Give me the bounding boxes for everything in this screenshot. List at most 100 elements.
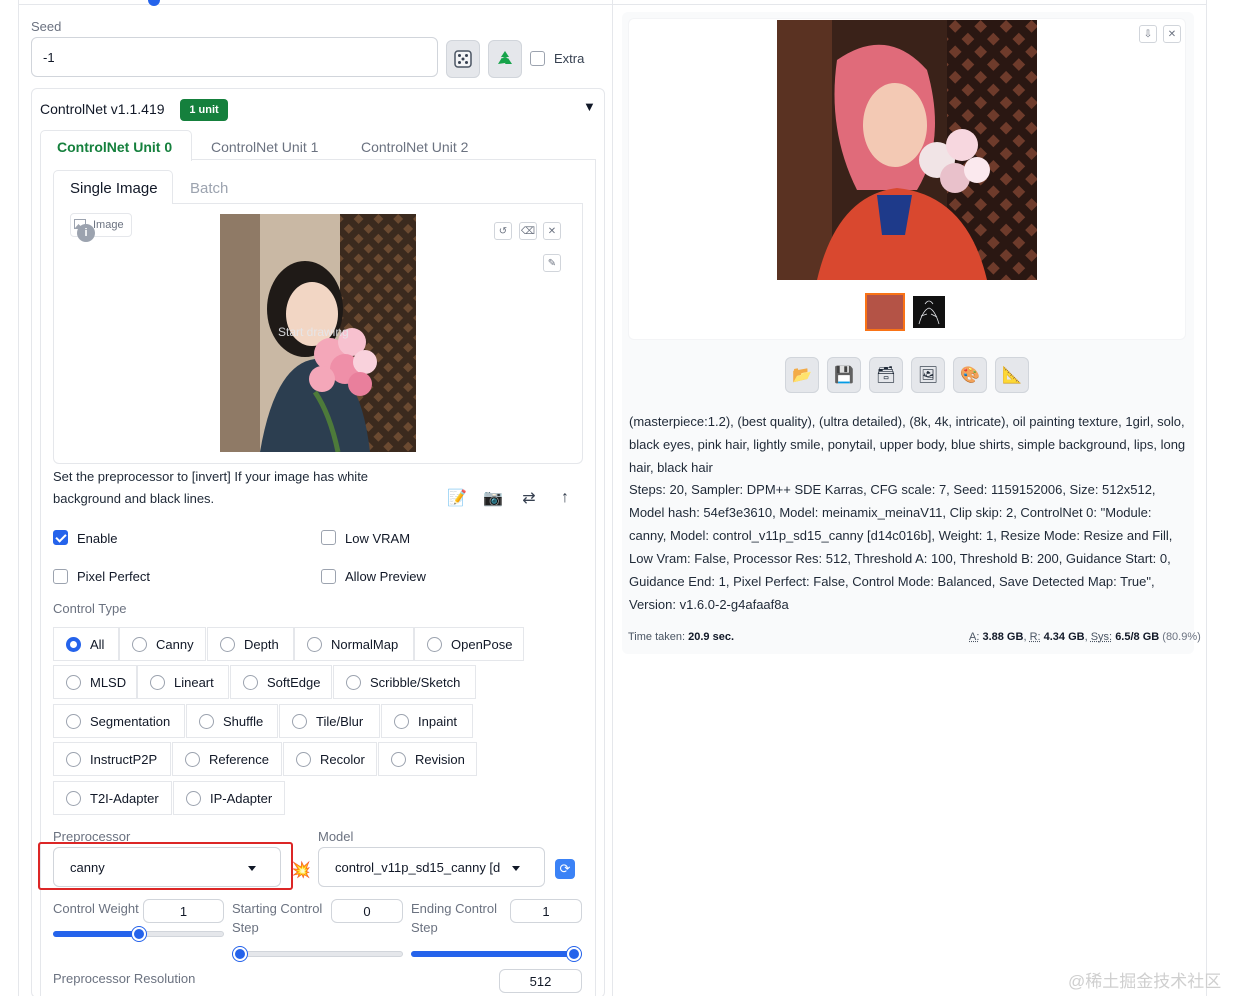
radio-dot <box>185 751 200 767</box>
control-type-canny[interactable]: Canny <box>119 627 206 661</box>
picture-icon: 🖼 <box>917 367 939 384</box>
control-weight-input[interactable]: 1 <box>143 899 224 923</box>
radio-label: Reference <box>209 751 269 767</box>
thumbnail-result[interactable] <box>865 293 905 331</box>
right-frame-line <box>1206 0 1207 996</box>
clear-canvas-button[interactable]: ✕ <box>543 222 561 240</box>
control-type-all[interactable]: All <box>53 627 119 661</box>
ending-step-label: Ending Control Step <box>411 901 497 935</box>
radio-dot <box>150 674 165 690</box>
extra-checkbox[interactable] <box>530 51 545 66</box>
pixel-perfect-label: Pixel Perfect <box>77 569 150 584</box>
enable-checkbox[interactable] <box>53 530 68 545</box>
radio-label: T2I-Adapter <box>90 790 159 806</box>
preproc-resolution-input[interactable]: 512 <box>499 969 582 993</box>
radio-dot <box>243 674 258 690</box>
ending-step-input[interactable]: 1 <box>510 899 582 923</box>
control-type-inpaint[interactable]: Inpaint <box>381 704 473 738</box>
control-type-lineart[interactable]: Lineart <box>137 665 229 699</box>
download-button[interactable]: ⇩ <box>1139 25 1157 43</box>
radio-label: InstructP2P <box>90 751 158 767</box>
save-icon: 💾 <box>834 367 854 384</box>
control-type-depth[interactable]: Depth <box>207 627 294 661</box>
ending-step-thumb[interactable] <box>567 947 581 961</box>
radio-dot <box>394 713 409 729</box>
left-frame-line <box>18 0 19 996</box>
recycle-icon <box>498 51 512 64</box>
pixel-perfect-checkbox[interactable] <box>53 569 68 584</box>
control-type-openpose[interactable]: OpenPose <box>414 627 524 661</box>
mem-sys-value: 6.5/8 GB <box>1115 631 1160 643</box>
zip-button[interactable]: 🗃 <box>869 357 903 393</box>
radio-label: SoftEdge <box>267 674 321 690</box>
control-type-instructp2p[interactable]: InstructP2P <box>53 742 171 776</box>
preproc-resolution-label: Preprocessor Resolution <box>53 971 196 986</box>
control-type-shuffle[interactable]: Shuffle <box>186 704 278 738</box>
preprocessor-value: canny <box>70 859 105 875</box>
control-type-segmentation[interactable]: Segmentation <box>53 704 185 738</box>
preprocessor-select[interactable]: canny <box>53 847 281 887</box>
starting-step-label: Starting Control Step <box>232 901 323 935</box>
generated-image[interactable] <box>777 20 1037 280</box>
model-value: control_v11p_sd15_canny [d <box>335 859 501 875</box>
starting-step-slider[interactable] <box>232 951 403 957</box>
seed-input[interactable]: -1 <box>31 37 438 77</box>
low-vram-checkbox[interactable] <box>321 530 336 545</box>
control-type-revision[interactable]: Revision <box>378 742 477 776</box>
control-type-normalmap[interactable]: NormalMap <box>294 627 414 661</box>
radio-dot <box>427 636 442 652</box>
control-type-scribble[interactable]: Scribble/Sketch <box>333 665 476 699</box>
time-taken: Time taken: 20.9 sec. <box>628 631 734 643</box>
send-to-img2img-button[interactable]: 🖼 <box>911 357 945 393</box>
radio-dot <box>132 636 147 652</box>
radio-label: Segmentation <box>90 713 171 729</box>
control-type-mlsd[interactable]: MLSD <box>53 665 137 699</box>
refresh-models-icon[interactable]: ⟳ <box>555 859 575 879</box>
brush-button[interactable]: ✎ <box>543 254 561 272</box>
undo-canvas-button[interactable]: ↺ <box>494 222 512 240</box>
radio-label: Shuffle <box>223 713 264 729</box>
random-seed-button[interactable] <box>446 40 480 78</box>
control-type-t2i-adapter[interactable]: T2I-Adapter <box>53 781 172 815</box>
send-to-extras-button[interactable]: 📐 <box>995 357 1029 393</box>
radio-label: Recolor <box>320 751 365 767</box>
model-select[interactable]: control_v11p_sd15_canny [d <box>318 847 545 887</box>
erase-canvas-button[interactable]: ⌫ <box>519 222 537 240</box>
control-type-reference[interactable]: Reference <box>172 742 282 776</box>
control-weight-label: Control Weight <box>53 901 139 916</box>
control-type-tile-blur[interactable]: Tile/Blur <box>279 704 380 738</box>
send-up-icon[interactable]: ↑ <box>554 487 576 509</box>
close-gallery-button[interactable]: ✕ <box>1163 25 1181 43</box>
swap-icon[interactable]: ⇄ <box>518 487 540 509</box>
run-preprocessor-icon[interactable]: 💥 <box>291 860 311 880</box>
allow-preview-checkbox[interactable] <box>321 569 336 584</box>
thumbnail-canny-map[interactable] <box>913 296 945 328</box>
radio-label: Depth <box>244 636 279 652</box>
reuse-seed-button[interactable] <box>488 40 522 78</box>
control-weight-thumb[interactable] <box>131 927 146 941</box>
control-type-recolor[interactable]: Recolor <box>283 742 377 776</box>
radio-label: Scribble/Sketch <box>370 674 461 690</box>
open-folder-button[interactable]: 📂 <box>785 357 819 393</box>
edit-icon[interactable]: 📝 <box>446 487 468 509</box>
radio-label: IP-Adapter <box>210 790 273 806</box>
mem-sys-label: Sys: <box>1090 631 1113 643</box>
control-type-ip-adapter[interactable]: IP-Adapter <box>173 781 285 815</box>
radio-dot <box>292 713 307 729</box>
enable-label: Enable <box>77 531 118 546</box>
starting-step-thumb[interactable] <box>233 947 247 961</box>
tab-unit-2[interactable]: ControlNet Unit 2 <box>361 139 468 155</box>
control-type-softedge[interactable]: SoftEdge <box>230 665 332 699</box>
camera-icon[interactable]: 📷 <box>482 487 504 509</box>
radio-label: Revision <box>415 751 465 767</box>
mem-pct: (80.9%) <box>1162 631 1201 643</box>
tab-single-image-label: Single Image <box>70 180 158 197</box>
starting-step-input[interactable]: 0 <box>331 899 403 923</box>
tab-unit-1[interactable]: ControlNet Unit 1 <box>211 139 318 155</box>
tab-batch[interactable]: Batch <box>190 180 228 197</box>
save-button[interactable]: 💾 <box>827 357 861 393</box>
ruler-triangle-icon: 📐 <box>1002 367 1022 384</box>
send-to-inpaint-button[interactable]: 🎨 <box>953 357 987 393</box>
collapse-toggle[interactable]: ▼ <box>583 99 596 114</box>
radio-label: Inpaint <box>418 713 458 729</box>
